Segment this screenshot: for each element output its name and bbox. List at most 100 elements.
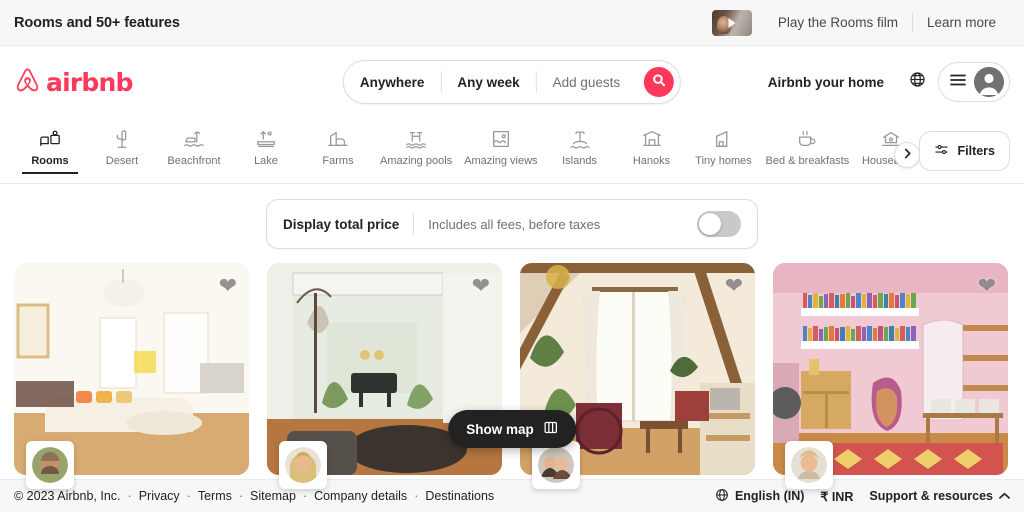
footer-links: © 2023 Airbnb, Inc. · Privacy · Terms · …: [14, 489, 494, 503]
categories-next-button[interactable]: [894, 142, 920, 168]
category-label: Tiny homes: [695, 155, 752, 167]
footer-support-menu[interactable]: Support & resources: [869, 489, 1010, 503]
footer-language-label: English (IN): [734, 489, 805, 503]
show-map-label: Show map: [466, 421, 534, 437]
show-map-button[interactable]: Show map: [448, 410, 576, 448]
footer-dot: ·: [238, 489, 244, 503]
category-item-hanoks[interactable]: Hanoks: [616, 124, 688, 167]
footer-link-privacy[interactable]: Privacy: [139, 489, 180, 503]
category-item-amazing-pools[interactable]: Amazing pools: [374, 124, 458, 167]
footer-dot: ·: [127, 489, 132, 503]
announcement-actions: Play the Rooms film Learn more: [711, 9, 1010, 36]
host-avatar-icon: [538, 447, 574, 483]
category-label: Rooms: [31, 155, 69, 167]
category-label: Hanoks: [632, 155, 671, 167]
footer-link-terms[interactable]: Terms: [198, 489, 232, 503]
footer-link-company-details[interactable]: Company details: [314, 489, 407, 503]
search-dates-field[interactable]: Any week: [441, 75, 535, 90]
heart-icon[interactable]: ❤: [219, 275, 237, 297]
display-total-price-subtitle: Includes all fees, before taxes: [428, 216, 601, 232]
category-item-desert[interactable]: Desert: [86, 124, 158, 167]
globe-icon: [909, 71, 926, 93]
search-bar[interactable]: Anywhere Any week Add guests: [342, 60, 682, 104]
hanok-icon: [641, 128, 663, 150]
hamburger-menu-icon: [950, 73, 966, 91]
play-icon: [728, 17, 736, 28]
farm-icon: [327, 128, 349, 150]
footer-preferences: English (IN) ₹ INR Support & resources: [715, 488, 1010, 505]
host-avatar-icon: [32, 447, 68, 483]
footer-link-sitemap[interactable]: Sitemap: [250, 489, 296, 503]
views-icon: [490, 128, 512, 150]
airbnb-wordmark: airbnb: [46, 67, 133, 97]
filters-button[interactable]: Filters: [919, 130, 1010, 171]
chevron-right-icon: [903, 146, 912, 164]
category-label: Beachfront: [167, 155, 221, 167]
search-location-field[interactable]: Anywhere: [344, 75, 441, 90]
cactus-icon: [111, 128, 133, 150]
toggle-knob: [699, 213, 721, 235]
announcement-bar: Rooms and 50+ features Play the Rooms fi…: [0, 0, 1024, 46]
footer-language-selector[interactable]: English (IN): [715, 488, 804, 505]
host-avatar-badge[interactable]: [785, 441, 833, 489]
category-label: Lake: [254, 155, 278, 167]
category-label: Farms: [322, 155, 354, 167]
total-price-banner: Display total price Includes all fees, b…: [266, 199, 758, 249]
filters-label: Filters: [957, 143, 995, 158]
search-guests-field[interactable]: Add guests: [537, 75, 637, 90]
user-avatar-icon: [974, 67, 1004, 97]
host-avatar-badge[interactable]: [532, 441, 580, 489]
heart-icon[interactable]: ❤: [725, 275, 743, 297]
airbnb-logo[interactable]: airbnb: [14, 65, 133, 99]
beachfront-icon: [183, 128, 205, 150]
host-avatar-badge[interactable]: [26, 441, 74, 489]
site-footer: © 2023 Airbnb, Inc. · Privacy · Terms · …: [0, 479, 1024, 512]
search-icon: [652, 73, 666, 92]
heart-icon[interactable]: ❤: [978, 275, 996, 297]
lake-icon: [255, 128, 277, 150]
footer-link-destinations[interactable]: Destinations: [425, 489, 494, 503]
language-globe-button[interactable]: [900, 65, 934, 99]
filters-sliders-icon: [934, 142, 949, 160]
listing-card[interactable]: ❤: [14, 263, 249, 489]
category-label: Bed & breakfasts: [765, 155, 850, 167]
tiny-home-icon: [713, 128, 735, 150]
chevron-up-icon: [999, 489, 1010, 503]
learn-more-link[interactable]: Learn more: [913, 15, 1010, 30]
category-label: Islands: [562, 155, 597, 167]
coffee-cup-icon: [796, 128, 818, 150]
footer-dot: ·: [414, 489, 419, 503]
host-avatar-icon: [791, 447, 827, 483]
header-right-actions: Airbnb your home: [756, 62, 1010, 102]
footer-dot: ·: [302, 489, 308, 503]
search-submit-button[interactable]: [644, 67, 675, 97]
rooms-film-thumbnail[interactable]: [711, 9, 752, 36]
play-rooms-film-link[interactable]: Play the Rooms film: [764, 15, 912, 30]
category-label: Amazing views: [464, 155, 538, 167]
heart-icon[interactable]: ❤: [472, 275, 490, 297]
display-total-price-toggle[interactable]: [697, 211, 741, 237]
airbnb-logo-icon: [14, 65, 41, 99]
category-item-amazing-views[interactable]: Amazing views: [458, 124, 543, 167]
rooms-icon: [39, 128, 61, 150]
display-total-price-label: Display total price: [283, 216, 400, 232]
category-item-bed-and-breakfasts[interactable]: Bed & breakfasts: [760, 124, 856, 167]
total-price-banner-wrap: Display total price Includes all fees, b…: [0, 184, 1024, 249]
category-item-lake[interactable]: Lake: [230, 124, 302, 167]
pool-icon: [405, 128, 427, 150]
category-label: Desert: [105, 155, 139, 167]
category-item-islands[interactable]: Islands: [544, 124, 616, 167]
category-item-farms[interactable]: Farms: [302, 124, 374, 167]
host-avatar-icon: [285, 447, 321, 483]
airbnb-your-home-link[interactable]: Airbnb your home: [756, 65, 896, 100]
listing-card[interactable]: ❤: [773, 263, 1008, 489]
category-bar: Rooms Desert Beachfront Lake Farms Amazi…: [0, 118, 1024, 184]
user-menu-button[interactable]: [938, 62, 1010, 102]
category-item-beachfront[interactable]: Beachfront: [158, 124, 230, 167]
footer-currency-selector[interactable]: ₹ INR: [820, 489, 853, 504]
category-list[interactable]: Rooms Desert Beachfront Lake Farms Amazi…: [14, 118, 907, 183]
footer-dot: ·: [186, 489, 191, 503]
host-avatar-badge[interactable]: [279, 441, 327, 489]
category-item-rooms[interactable]: Rooms: [14, 124, 86, 174]
category-item-tiny-homes[interactable]: Tiny homes: [688, 124, 760, 167]
